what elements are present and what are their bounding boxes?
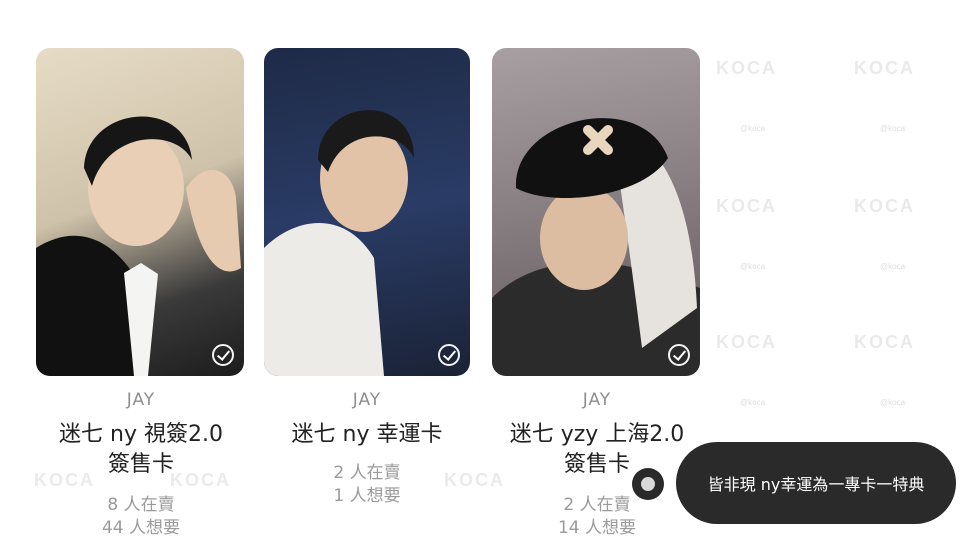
- check-circle-icon[interactable]: [668, 344, 690, 366]
- wanting-count: 44 人想要: [101, 518, 181, 538]
- card-title[interactable]: 迷七 yzy 上海2.0 簽售卡: [484, 420, 710, 480]
- portrait-illustration: [492, 118, 700, 376]
- card-artist: JAY: [582, 390, 612, 410]
- card-stats: 2 人在賣 14 人想要: [484, 494, 710, 540]
- watermark: KOCA: [854, 196, 915, 216]
- toast-text: 皆非現 ny幸運為一專卡一特典: [707, 475, 925, 494]
- watermark: KOCA: [716, 332, 777, 352]
- toast-indicator-icon: [632, 468, 664, 500]
- card-title-line1: 迷七 ny 幸運卡: [291, 422, 443, 447]
- card-artist: JAY: [352, 390, 382, 410]
- card-title[interactable]: 迷七 ny 幸運卡: [254, 420, 480, 450]
- selling-count: 2 人在賣: [563, 495, 631, 515]
- watermark: KOCA: [854, 332, 915, 352]
- watermark-small: @koca: [740, 398, 766, 407]
- card-stats: 8 人在賣 44 人想要: [28, 494, 254, 540]
- watermark-small: @koca: [740, 262, 766, 271]
- watermark-small: @koca: [880, 262, 906, 271]
- watermark-small: @koca: [740, 124, 766, 133]
- check-circle-icon[interactable]: [438, 344, 460, 366]
- wanting-count: 1 人想要: [333, 486, 401, 506]
- selling-count: 8 人在賣: [107, 495, 175, 515]
- photocard-item[interactable]: JAY 迷七 ny 幸運卡 2 人在賣 1 人想要: [254, 0, 480, 548]
- watermark: KOCA: [716, 58, 777, 78]
- card-title-line2: 簽售卡: [107, 452, 174, 477]
- card-title-line1: 迷七 ny 視簽2.0: [59, 422, 223, 447]
- card-title[interactable]: 迷七 ny 視簽2.0 簽售卡: [28, 420, 254, 480]
- selling-count: 2 人在賣: [333, 463, 401, 483]
- card-title-line1: 迷七 yzy 上海2.0: [509, 422, 685, 447]
- watermark: KOCA: [716, 196, 777, 216]
- watermark: KOCA: [854, 58, 915, 78]
- photocard-item[interactable]: JAY 迷七 yzy 上海2.0 簽售卡 2 人在賣 14 人想要: [484, 0, 710, 548]
- card-stats: 2 人在賣 1 人想要: [254, 462, 480, 508]
- photocard-item[interactable]: JAY 迷七 ny 視簽2.0 簽售卡 8 人在賣 44 人想要: [28, 0, 254, 548]
- watermark-small: @koca: [880, 124, 906, 133]
- toast-message: 皆非現 ny幸運為一專卡一特典: [676, 442, 956, 524]
- watermark-small: @koca: [880, 398, 906, 407]
- wanting-count: 14 人想要: [557, 518, 637, 538]
- card-artist: JAY: [126, 390, 156, 410]
- photocard-image[interactable]: [36, 48, 244, 376]
- portrait-illustration: [264, 110, 414, 376]
- photocard-image[interactable]: [264, 48, 470, 376]
- check-circle-icon[interactable]: [212, 344, 234, 366]
- portrait-illustration: [36, 116, 241, 376]
- photocard-image[interactable]: [492, 48, 700, 376]
